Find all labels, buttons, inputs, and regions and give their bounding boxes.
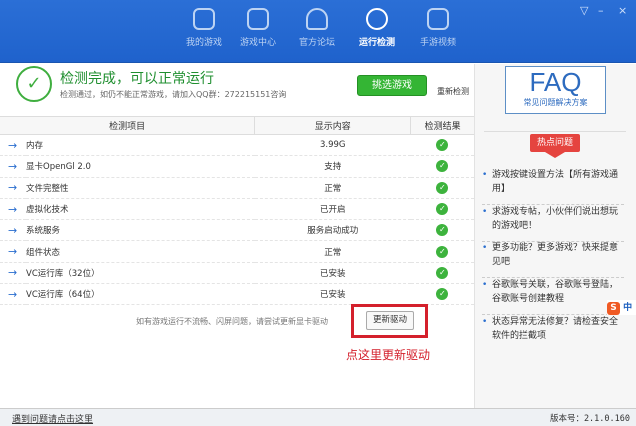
ok-check-icon: ✓ [436,160,449,173]
result-cell: ✓ [410,177,474,199]
arrow-icon: → [0,177,26,199]
arrow-icon: → [0,219,26,242]
ok-check-icon: ✓ [436,139,449,152]
grid-icon [247,8,269,30]
help-link[interactable]: 遇到问题请点击这里 [12,412,93,425]
users-icon [306,8,328,30]
ok-check-icon: ✓ [436,288,449,301]
result-cell: ✓ [410,262,474,285]
ime-indicator[interactable]: S 中 [607,300,636,315]
tab-label: 运行检测 [358,38,395,48]
ok-check-icon: ✓ [436,203,449,216]
gamepad-icon [193,8,215,30]
col-value: 显示内容 [254,116,411,135]
item-name: 虚拟化技术 [26,198,255,221]
minimize-button[interactable]: – [598,4,604,17]
table-row: → 内存 3.99G ✓ [0,134,474,157]
tab-label: 我的游戏 [185,38,222,48]
col-item: 检测项目 [0,116,255,135]
faq-item[interactable]: 求游戏专帖，小伙伴们说出想玩的游戏吧！ [482,205,624,242]
check-results-table: 检测项目 显示内容 检测结果 → 内存 3.99G ✓ → 显卡OpenGl 2.… [0,116,474,306]
item-value: 服务启动成功 [254,219,411,242]
driver-hint: 如有游戏运行不流畅、闪屏问题，请尝试更新显卡驱动 [136,317,328,326]
ok-check-icon: ✓ [436,181,449,194]
item-value: 正常 [254,240,411,263]
faq-item[interactable]: 更多功能？更多游戏？快来提意见吧 [482,241,624,278]
item-value: 已安装 [254,262,411,285]
ok-check-icon: ✓ [436,224,449,237]
hot-topics-badge: 热点问题 [530,134,580,158]
item-name: VC运行库（32位） [26,262,255,285]
status-subtitle: 检测通过，如仍不能正常游戏，请加入QQ群：272215151咨询 [60,90,287,99]
result-cell: ✓ [410,219,474,242]
col-result: 检测结果 [410,116,474,135]
table-row: → 系统服务 服务启动成功 ✓ [0,219,474,242]
faq-subtitle: 常见问题解决方案 [523,98,588,107]
item-name: VC运行库（64位） [26,283,255,306]
tab-my-games[interactable]: 我的游戏 [174,8,234,48]
item-name: 组件状态 [26,240,255,263]
faq-item[interactable]: 状态异常无法修复？请检查安全软件的拦截项 [482,315,624,351]
faq-title: FAQ [529,67,582,97]
tab-game-center[interactable]: 游戏中心 [228,8,288,48]
item-name: 系统服务 [26,219,255,242]
version-label: 版本号：2.1.0.160 [549,414,630,424]
result-cell: ✓ [410,198,474,221]
update-driver-button[interactable]: 更新驱动 [366,311,414,330]
tab-label: 手游视频 [419,38,456,48]
faq-item[interactable]: 谷歌账号关联，谷歌账号登陆，谷歌账号创建教程 [482,278,624,315]
arrow-icon: → [0,240,26,263]
item-name: 文件完整性 [26,177,255,199]
table-row: → 虚拟化技术 已开启 ✓ [0,198,474,221]
arrow-icon: → [0,283,26,306]
divider [484,131,626,132]
item-value: 支持 [254,155,411,178]
item-value: 3.99G [254,134,411,157]
item-name: 内存 [26,134,255,157]
table-row: → 组件状态 正常 ✓ [0,240,474,263]
arrow-icon: → [0,262,26,285]
retest-link[interactable]: 重新检测 [437,86,469,97]
tab-run-check[interactable]: 运行检测 [347,8,407,48]
table-row: → VC运行库（64位） 已安装 ✓ [0,283,474,306]
item-value: 已安装 [254,283,411,306]
top-nav-bar: 我的游戏 游戏中心 官方论坛 运行检测 手游视频 ▽ – × [0,0,636,63]
ime-mode: 中 [623,303,633,313]
item-value: 正常 [254,177,411,199]
table-row: → 文件完整性 正常 ✓ [0,177,474,199]
faq-item[interactable]: 游戏按键设置方法【所有游戏通用】 [482,168,624,205]
annotation-text: 点这里更新驱动 [346,348,431,362]
item-value: 已开启 [254,198,411,221]
tab-label: 官方论坛 [298,38,335,48]
video-icon [427,8,449,30]
arrow-icon: → [0,134,26,157]
arrow-icon: → [0,198,26,221]
ok-check-icon: ✓ [436,266,449,279]
sogou-icon: S [607,302,620,315]
result-cell: ✓ [410,134,474,157]
pick-game-button[interactable]: 挑选游戏 [357,75,427,96]
tab-forum[interactable]: 官方论坛 [287,8,347,48]
faq-button[interactable]: FAQ 常见问题解决方案 [505,66,606,114]
tab-label: 游戏中心 [239,38,276,48]
result-cell: ✓ [410,283,474,306]
tab-mobile-video[interactable]: 手游视频 [408,8,468,48]
close-button[interactable]: × [618,4,627,17]
gear-icon [366,8,388,30]
table-row: → VC运行库（32位） 已安装 ✓ [0,262,474,285]
success-check-icon: ✓ [16,66,52,102]
result-cell: ✓ [410,240,474,263]
result-cell: ✓ [410,155,474,178]
menu-icon[interactable]: ▽ [580,4,588,17]
footer: 遇到问题请点击这里 版本号：2.1.0.160 [0,408,636,426]
status-title: 检测完成，可以正常运行 [60,71,214,87]
table-row: → 显卡OpenGl 2.0 支持 ✓ [0,155,474,178]
ok-check-icon: ✓ [436,245,449,258]
item-name: 显卡OpenGl 2.0 [26,155,255,178]
arrow-icon: → [0,155,26,178]
